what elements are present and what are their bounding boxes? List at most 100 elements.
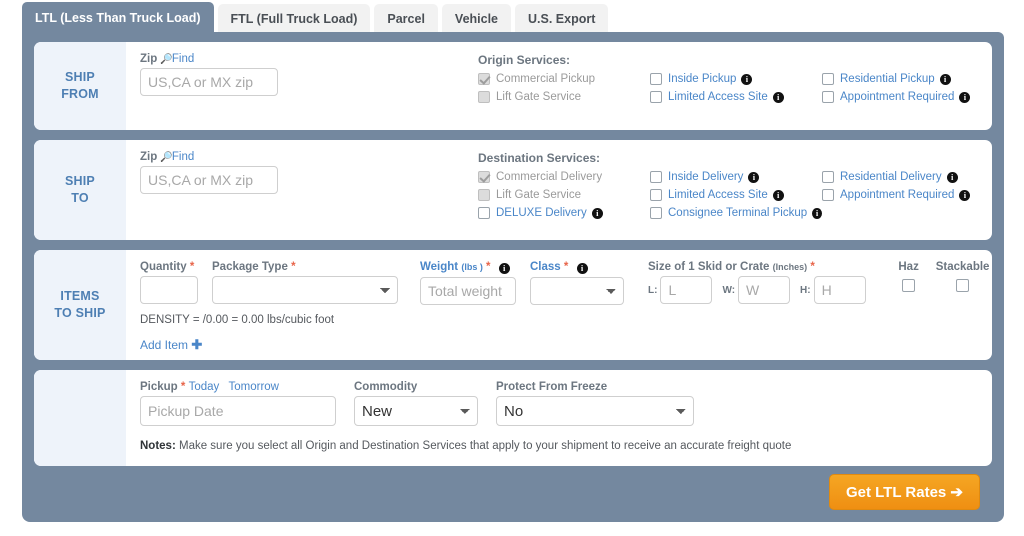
ship-to-zip-input[interactable] xyxy=(140,166,278,194)
quantity-label: Quantity xyxy=(140,261,187,273)
origin-service-label[interactable]: Appointment Required xyxy=(840,91,954,103)
info-icon[interactable]: i xyxy=(959,92,970,103)
info-icon[interactable]: i xyxy=(592,208,603,219)
tab-ltl[interactable]: LTL (Less Than Truck Load) xyxy=(22,2,214,34)
destination-service-limited-access[interactable]: Limited Access Site i xyxy=(650,189,822,201)
items-to-ship-panel: ITEMS TO SHIP Quantity * Package Type * xyxy=(34,250,992,360)
destination-service-label[interactable]: Consignee Terminal Pickup xyxy=(668,207,807,219)
destination-service-label: Commercial Delivery xyxy=(496,171,602,183)
package-type-label-row: Package Type * xyxy=(212,261,398,273)
tomorrow-link[interactable]: Tomorrow xyxy=(229,381,279,393)
weight-input[interactable] xyxy=(420,277,516,305)
tab-vehicle[interactable]: Vehicle xyxy=(442,4,511,34)
checkbox-lift-gate-service xyxy=(478,91,490,103)
checkbox-inside-delivery[interactable] xyxy=(650,171,662,183)
ship-from-find-link[interactable]: Find xyxy=(172,53,194,65)
size-field: Size of 1 Skid or Crate (Inches) * L: W:… xyxy=(648,261,866,304)
checkbox-commercial-delivery xyxy=(478,171,490,183)
pickup-body: Pickup * Today Tomorrow Commodity New Pr… xyxy=(126,370,992,466)
search-icon[interactable]: 🔍 xyxy=(160,54,172,65)
tab-bar: LTL (Less Than Truck Load) FTL (Full Tru… xyxy=(22,2,608,34)
origin-service-label[interactable]: Inside Pickup xyxy=(668,73,736,85)
height-input[interactable] xyxy=(814,276,866,304)
tab-ftl[interactable]: FTL (Full Truck Load) xyxy=(218,4,371,34)
origin-service-commercial-pickup[interactable]: Commercial Pickup xyxy=(478,73,650,85)
destination-service-inside-delivery[interactable]: Inside Delivery i xyxy=(650,171,822,183)
package-type-select[interactable] xyxy=(212,276,398,304)
items-to-ship-body: Quantity * Package Type * xyxy=(126,250,992,360)
destination-service-label[interactable]: Appointment Required xyxy=(840,189,954,201)
destination-service-label[interactable]: DELUXE Delivery xyxy=(496,207,587,219)
info-icon[interactable]: i xyxy=(940,74,951,85)
item-fields-row: Quantity * Package Type * xyxy=(140,261,992,305)
destination-service-deluxe-delivery[interactable]: DELUXE Delivery i xyxy=(478,207,650,219)
info-icon[interactable]: i xyxy=(773,92,784,103)
size-label-row: Size of 1 Skid or Crate (Inches) * xyxy=(648,261,866,273)
origin-service-label: Commercial Pickup xyxy=(496,73,595,85)
quantity-input[interactable] xyxy=(140,276,198,304)
ship-to-find-link[interactable]: Find xyxy=(172,151,194,163)
ship-to-panel: SHIP TO Zip 🔍Find Destination Services: … xyxy=(34,140,992,240)
package-type-field: Package Type * xyxy=(212,261,398,304)
checkbox-consignee-terminal-pickup[interactable] xyxy=(650,207,662,219)
ship-from-zip-input[interactable] xyxy=(140,68,278,96)
info-icon[interactable]: i xyxy=(499,263,510,274)
destination-service-commercial-delivery[interactable]: Commercial Delivery xyxy=(478,171,650,183)
origin-service-limited-access[interactable]: Limited Access Site i xyxy=(650,91,822,103)
info-icon[interactable]: i xyxy=(812,208,822,219)
search-icon[interactable]: 🔍 xyxy=(160,152,172,163)
checkbox-residential-pickup[interactable] xyxy=(822,73,834,85)
width-prefix: W: xyxy=(722,285,735,296)
checkbox-appointment-required[interactable] xyxy=(822,91,834,103)
height-prefix: H: xyxy=(800,285,811,296)
destination-service-appointment-required[interactable]: Appointment Required i xyxy=(822,189,992,201)
protect-from-freeze-label: Protect From Freeze xyxy=(496,381,694,393)
destination-service-lift-gate[interactable]: Lift Gate Service xyxy=(478,189,650,201)
add-item-label: Add Item xyxy=(140,338,188,352)
notes-body: Make sure you select all Origin and Dest… xyxy=(179,440,791,452)
checkbox-limited-access-site[interactable] xyxy=(650,189,662,201)
checkbox-deluxe-delivery[interactable] xyxy=(478,207,490,219)
destination-service-label[interactable]: Residential Delivery xyxy=(840,171,942,183)
info-icon[interactable]: i xyxy=(959,190,970,201)
destination-service-label[interactable]: Inside Delivery xyxy=(668,171,743,183)
checkbox-appointment-required[interactable] xyxy=(822,189,834,201)
origin-service-label[interactable]: Residential Pickup xyxy=(840,73,935,85)
origin-service-lift-gate[interactable]: Lift Gate Service xyxy=(478,91,650,103)
protect-from-freeze-field: Protect From Freeze No xyxy=(496,381,694,426)
ship-to-zip-label: Zip xyxy=(140,151,157,163)
destination-service-consignee-terminal-pickup[interactable]: Consignee Terminal Pickup i xyxy=(650,207,822,219)
size-label: Size of 1 Skid or Crate xyxy=(648,261,769,273)
destination-service-label[interactable]: Limited Access Site xyxy=(668,189,768,201)
origin-service-label[interactable]: Limited Access Site xyxy=(668,91,768,103)
info-icon[interactable]: i xyxy=(748,172,759,183)
checkbox-stackable[interactable] xyxy=(956,279,969,292)
width-input[interactable] xyxy=(738,276,790,304)
checkbox-haz[interactable] xyxy=(902,279,915,292)
info-icon[interactable]: i xyxy=(577,263,588,274)
weight-label[interactable]: Weight xyxy=(420,261,458,273)
length-input[interactable] xyxy=(660,276,712,304)
required-marker: * xyxy=(190,261,194,273)
quantity-label-row: Quantity * xyxy=(140,261,198,273)
info-icon[interactable]: i xyxy=(773,190,784,201)
origin-service-appointment-required[interactable]: Appointment Required i xyxy=(822,91,992,103)
origin-service-inside-pickup[interactable]: Inside Pickup i xyxy=(650,73,822,85)
destination-service-residential-delivery[interactable]: Residential Delivery i xyxy=(822,171,992,183)
class-label[interactable]: Class xyxy=(530,261,561,273)
today-link[interactable]: Today xyxy=(189,381,220,393)
commodity-select[interactable]: New xyxy=(354,396,478,426)
protect-from-freeze-select[interactable]: No xyxy=(496,396,694,426)
origin-service-residential-pickup[interactable]: Residential Pickup i xyxy=(822,73,992,85)
get-ltl-rates-button[interactable]: Get LTL Rates ➔ xyxy=(829,474,980,510)
class-select[interactable] xyxy=(530,277,624,305)
tab-parcel[interactable]: Parcel xyxy=(374,4,438,34)
info-icon[interactable]: i xyxy=(947,172,958,183)
info-icon[interactable]: i xyxy=(741,74,752,85)
tab-us-export[interactable]: U.S. Export xyxy=(515,4,608,34)
checkbox-residential-delivery[interactable] xyxy=(822,171,834,183)
checkbox-limited-access-site[interactable] xyxy=(650,91,662,103)
pickup-date-input[interactable] xyxy=(140,396,336,426)
add-item-link[interactable]: Add Item ✚ xyxy=(140,337,992,353)
checkbox-inside-pickup[interactable] xyxy=(650,73,662,85)
